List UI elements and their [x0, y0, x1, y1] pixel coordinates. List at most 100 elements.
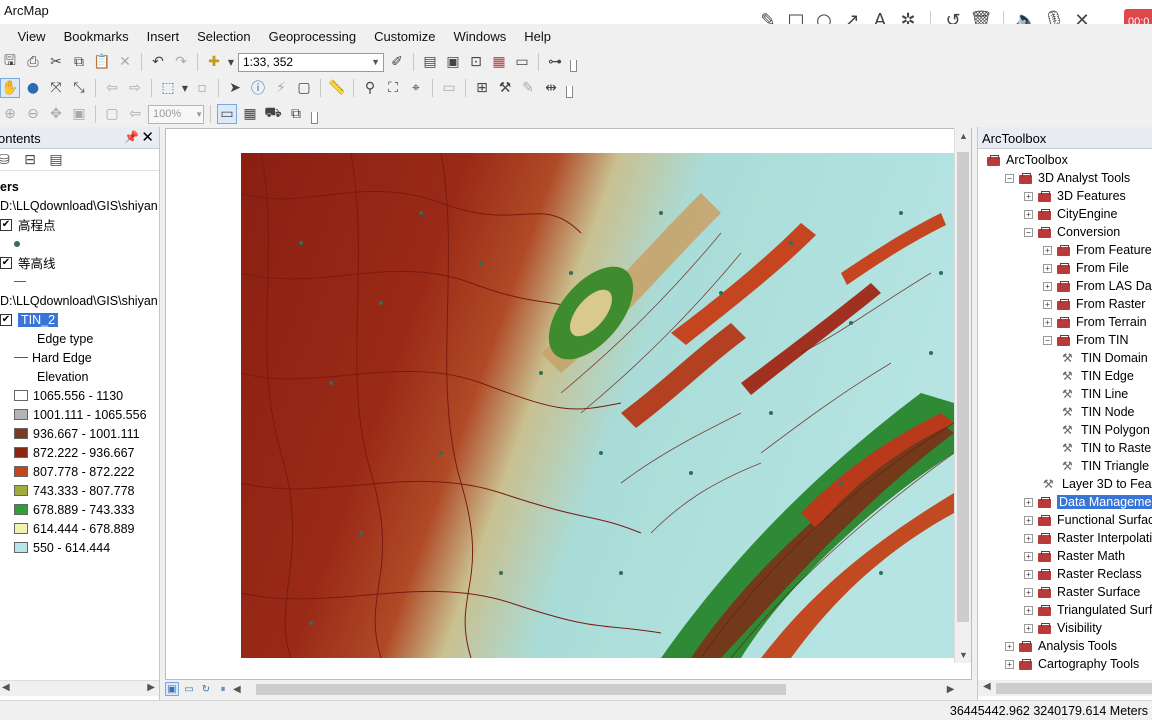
hyperlink-icon[interactable]: ⚡	[271, 78, 291, 98]
legend-entry[interactable]: 1065.556 - 1130	[14, 386, 123, 405]
toolbox-item[interactable]: ⚒ TIN Node	[1062, 403, 1135, 421]
checkbox-checked-icon[interactable]: ✔	[0, 218, 12, 231]
expand-icon[interactable]: +	[1024, 191, 1033, 201]
page-back-icon[interactable]: ⇦	[125, 104, 145, 124]
layer-tin[interactable]: ✔ TIN_2	[0, 310, 59, 329]
paste-icon[interactable]: 📋	[92, 52, 112, 72]
expand-icon[interactable]: +	[1043, 245, 1052, 255]
collapse-icon[interactable]: −	[1024, 227, 1033, 237]
save-icon[interactable]: 🖫	[0, 52, 20, 72]
checkbox-checked-icon[interactable]: ✔	[0, 313, 12, 326]
checkbox-checked-icon[interactable]: ✔	[0, 256, 12, 269]
toolbox-item[interactable]: + Data Management	[1024, 493, 1152, 511]
menu-customize[interactable]: Customize	[365, 29, 444, 44]
list-by-source-icon[interactable]: ⛁	[0, 150, 14, 170]
chevron-down-icon[interactable]: ▼	[227, 52, 235, 72]
scroll-up-icon[interactable]: ▲	[959, 131, 968, 141]
zoom-100-icon[interactable]: ▢	[102, 104, 122, 124]
create-viewer-icon[interactable]: ⊞	[472, 78, 492, 98]
toolbox-item[interactable]: + Triangulated Surface	[1024, 601, 1152, 619]
menu-bookmarks[interactable]: Bookmarks	[55, 29, 138, 44]
toolbox-item[interactable]: ⚒ TIN Domain	[1062, 349, 1148, 367]
legend-entry[interactable]: 550 - 614.444	[14, 538, 110, 557]
pause-drawing-icon[interactable]: ⏸	[216, 682, 230, 696]
zoom-in-page-icon[interactable]: ⊕	[0, 104, 20, 124]
collapse-icon[interactable]: −	[1043, 335, 1052, 345]
change-layout-icon[interactable]: ⛟	[263, 104, 283, 124]
toolbox-item[interactable]: ⚒ TIN Edge	[1062, 367, 1134, 385]
expand-icon[interactable]: +	[1024, 209, 1033, 219]
toolbox-horizontal-scrollbar[interactable]: ◀	[978, 680, 1152, 696]
point-symbol[interactable]	[14, 234, 20, 253]
identify-icon[interactable]: ⓘ	[248, 78, 268, 98]
menu-help[interactable]: Help	[515, 29, 560, 44]
fixed-zoom-in-icon[interactable]: ⤧	[46, 78, 66, 98]
expand-icon[interactable]: +	[1043, 317, 1052, 327]
map-scale-combobox[interactable]: 1:33, 352 ▼	[238, 52, 384, 72]
expand-icon[interactable]: +	[1005, 641, 1014, 651]
delete-icon[interactable]: ✕	[115, 52, 135, 72]
layer-gaochengdian[interactable]: ✔ 高程点	[0, 215, 56, 234]
toolbox-item[interactable]: + Raster Math	[1024, 547, 1125, 565]
expand-icon[interactable]: +	[1024, 605, 1033, 615]
html-popup-icon[interactable]: ▢	[294, 78, 314, 98]
table-of-contents-icon[interactable]: ▤	[420, 52, 440, 72]
toolbox-item[interactable]: + Functional Surface	[1024, 511, 1152, 529]
model-builder-icon[interactable]: ⊶	[545, 52, 565, 72]
undo-icon[interactable]: ↶	[148, 52, 168, 72]
back-icon[interactable]: ⇦	[102, 78, 122, 98]
toolbox-item[interactable]: ⚒ TIN to Raster	[1062, 439, 1152, 457]
expand-icon[interactable]: +	[1024, 623, 1033, 633]
pan-icon[interactable]: ✋	[0, 78, 20, 98]
expand-icon[interactable]: +	[1043, 281, 1052, 291]
add-data-icon[interactable]: ✚	[204, 52, 224, 72]
layout-view-icon[interactable]: ▭	[182, 682, 196, 696]
hammer-icon[interactable]: ⚒	[495, 78, 515, 98]
tin-terrain-map[interactable]	[241, 153, 954, 658]
scrollbar-thumb[interactable]	[255, 684, 786, 695]
toolbox-item[interactable]: − 3D Analyst Tools	[1005, 169, 1130, 187]
scroll-left-icon[interactable]: ◀	[2, 682, 10, 693]
menu-windows[interactable]: Windows	[444, 29, 515, 44]
map-vertical-scrollbar[interactable]: ▲ ▼	[954, 128, 971, 663]
layer-denggaoxian[interactable]: ✔ 等高线	[0, 253, 56, 272]
expand-icon[interactable]: +	[1043, 263, 1052, 273]
legend-entry[interactable]: 807.778 - 872.222	[14, 462, 134, 481]
toolbox-item[interactable]: + CityEngine	[1024, 205, 1117, 223]
time-slider-icon[interactable]: ▭	[439, 78, 459, 98]
pin-icon[interactable]: 📌	[124, 130, 139, 144]
layout-zoom-combobox[interactable]: 100% ▼	[148, 104, 204, 124]
editor-toolbar-icon[interactable]: ✐	[387, 52, 407, 72]
toolbox-item[interactable]: + From Raster	[1043, 295, 1145, 313]
toolbox-item[interactable]: − Conversion	[1024, 223, 1120, 241]
toolbox-item[interactable]: + Analysis Tools	[1005, 637, 1117, 655]
scroll-right-icon[interactable]: ▶	[147, 682, 155, 693]
toolbox-item[interactable]: + From Feature Cl	[1043, 241, 1152, 259]
pencil-icon[interactable]: ✎	[518, 78, 538, 98]
python-window-icon[interactable]: ▭	[512, 52, 532, 72]
scroll-right-icon[interactable]: ▶	[947, 684, 955, 695]
measure-icon[interactable]: 📏	[327, 78, 347, 98]
legend-entry[interactable]: 743.333 - 807.778	[14, 481, 134, 500]
toolbox-item[interactable]: + Raster Surface	[1024, 583, 1140, 601]
fixed-zoom-out-icon[interactable]: ⤡	[69, 78, 89, 98]
data-driven-pages-icon[interactable]: ⧉	[286, 104, 306, 124]
select-features-icon[interactable]: ⬚	[158, 78, 178, 98]
redo-icon[interactable]: ↷	[171, 52, 191, 72]
toggle-draft-mode-icon[interactable]: ▭	[217, 104, 237, 124]
close-icon[interactable]: ✕	[141, 128, 154, 146]
menu-view[interactable]: View	[9, 29, 55, 44]
clear-selection-icon[interactable]: ▫	[192, 78, 212, 98]
expand-icon[interactable]: +	[1024, 515, 1033, 525]
expand-icon[interactable]: +	[1024, 497, 1033, 507]
toolbox-item[interactable]: + From File	[1043, 259, 1129, 277]
legend-entry[interactable]: 1001.111 - 1065.556	[14, 405, 147, 424]
toc-horizontal-scrollbar[interactable]: ◀ ▶	[0, 680, 159, 696]
legend-entry[interactable]: 872.222 - 936.667	[14, 443, 134, 462]
expand-icon[interactable]: +	[1024, 551, 1033, 561]
whole-page-icon[interactable]: ▣	[69, 104, 89, 124]
toolbox-item[interactable]: ⚒ Layer 3D to Feat	[1043, 475, 1152, 493]
arctoolbox-icon[interactable]: ▦	[489, 52, 509, 72]
toolbox-item[interactable]: ArcToolbox	[986, 151, 1068, 169]
scrollbar-thumb[interactable]	[996, 683, 1152, 694]
